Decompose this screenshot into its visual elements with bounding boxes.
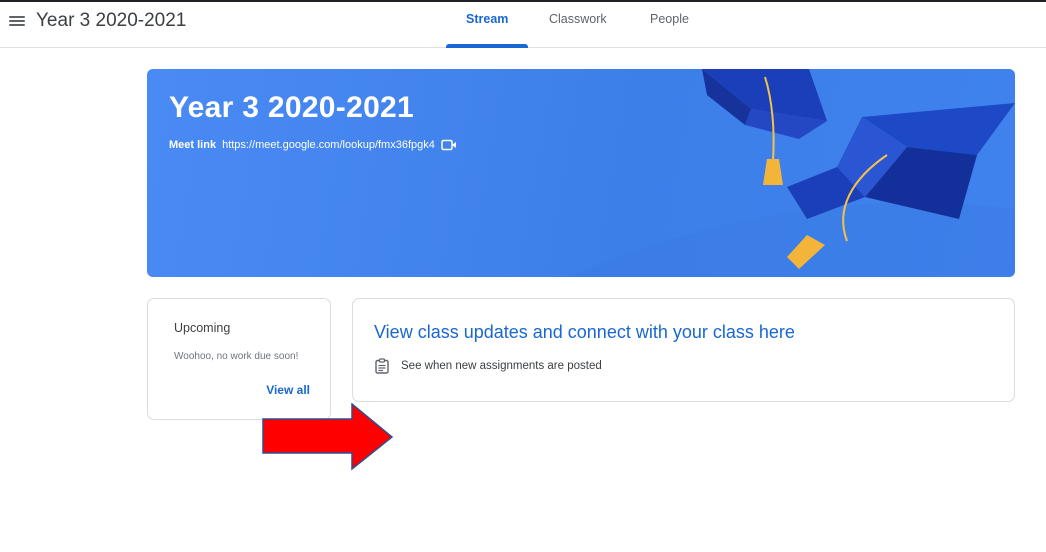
annotation-arrow <box>262 403 394 471</box>
tab-people[interactable]: People <box>650 12 689 26</box>
stream-intro-card: View class updates and connect with your… <box>352 298 1015 402</box>
meet-link-url[interactable]: https://meet.google.com/lookup/fmx36fpgk… <box>222 139 435 151</box>
upcoming-title: Upcoming <box>174 321 231 335</box>
active-tab-indicator <box>446 44 528 48</box>
assignment-icon <box>375 358 389 374</box>
class-banner: Year 3 2020-2021 Meet link https://meet.… <box>147 69 1015 277</box>
view-all-link[interactable]: View all <box>266 383 310 397</box>
menu-icon[interactable] <box>9 14 25 30</box>
banner-title: Year 3 2020-2021 <box>169 91 415 124</box>
tab-classwork[interactable]: Classwork <box>549 12 607 26</box>
class-title[interactable]: Year 3 2020-2021 <box>36 10 186 32</box>
meet-link-row: Meet link https://meet.google.com/lookup… <box>169 139 457 151</box>
stream-intro-text: See when new assignments are posted <box>401 360 602 372</box>
tab-stream[interactable]: Stream <box>466 12 508 26</box>
top-bar: Year 3 2020-2021 Stream Classwork People <box>0 0 1046 48</box>
meet-link-label: Meet link <box>169 139 217 151</box>
stream-intro-item: See when new assignments are posted <box>374 358 602 374</box>
video-camera-icon[interactable] <box>441 139 457 151</box>
upcoming-message: Woohoo, no work due soon! <box>174 351 299 362</box>
upcoming-card: Upcoming Woohoo, no work due soon! View … <box>147 298 331 420</box>
stream-intro-title: View class updates and connect with your… <box>374 322 795 342</box>
